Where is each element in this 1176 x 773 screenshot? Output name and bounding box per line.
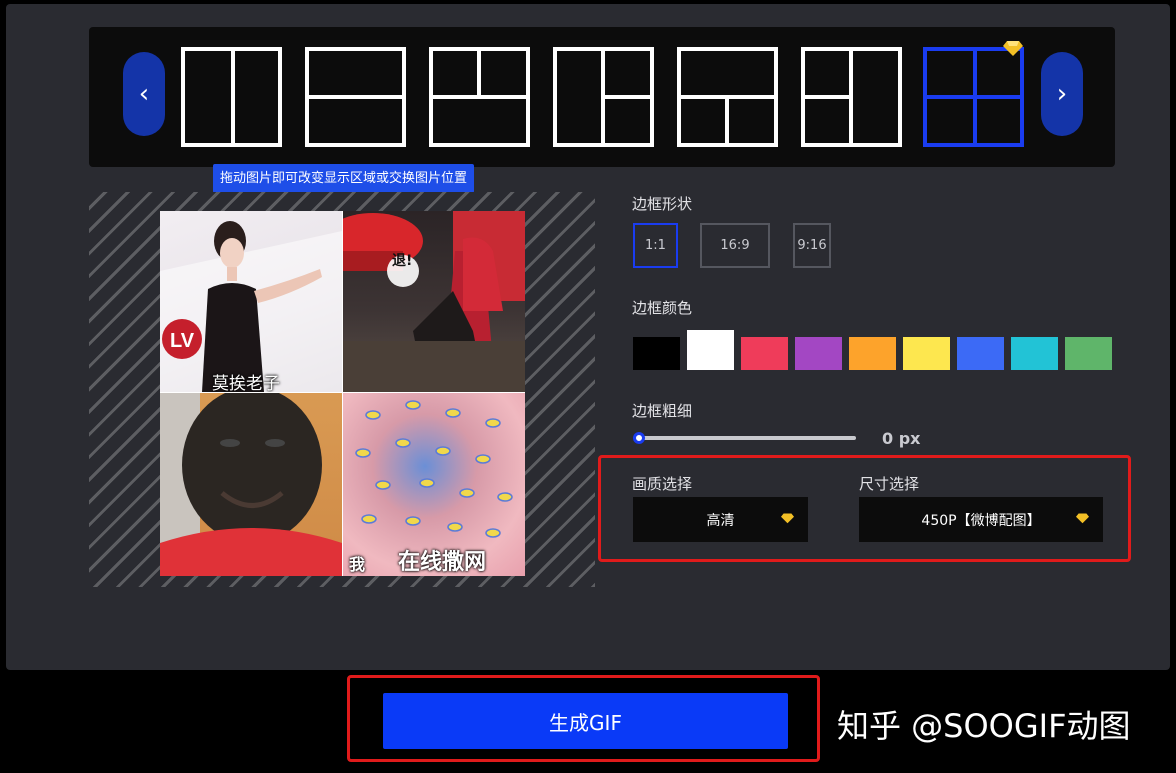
caption-text: 退! — [392, 253, 413, 269]
border-width-label: 边框粗细 — [632, 402, 693, 420]
image-cell-2[interactable]: 退! — [343, 211, 525, 392]
image-cell-1[interactable]: LV 莫挨老子 — [160, 211, 342, 392]
chevron-left-icon: ‹ — [138, 79, 150, 109]
watermark-text: 知乎 @SOOGIF动图 — [837, 707, 1131, 745]
next-layout-button[interactable]: › — [1041, 52, 1083, 136]
border-color-label: 边框颜色 — [632, 299, 693, 317]
quality-label: 画质选择 — [632, 475, 693, 493]
size-value: 450P【微博配图】 — [921, 512, 1041, 529]
border-width-value: 0 px — [882, 429, 921, 448]
color-swatch-yellow[interactable] — [903, 337, 950, 370]
color-swatch-green[interactable] — [1065, 337, 1112, 370]
shape-option-16-9[interactable]: 16:9 — [700, 223, 770, 268]
caption-text: 莫挨老子 — [212, 374, 280, 392]
generate-gif-button[interactable]: 生成GIF — [383, 693, 788, 749]
layout-option-bottom-split[interactable] — [677, 47, 778, 147]
image-cell-4[interactable]: 我 在线撒网 — [343, 393, 525, 576]
color-swatch-blue[interactable] — [957, 337, 1004, 370]
size-select[interactable]: 450P【微博配图】 — [859, 497, 1103, 542]
chevron-right-icon: › — [1056, 79, 1068, 109]
layout-option-two-columns[interactable] — [181, 47, 282, 147]
vip-diamond-icon — [781, 513, 794, 524]
shape-option-9-16[interactable]: 9:16 — [793, 223, 831, 268]
color-swatch-purple[interactable] — [795, 337, 842, 370]
image-cell-3[interactable] — [160, 393, 342, 576]
border-width-slider-handle[interactable] — [633, 432, 645, 444]
border-width-slider-track[interactable] — [638, 436, 856, 440]
color-swatch-cyan[interactable] — [1011, 337, 1058, 370]
layout-option-left-split[interactable] — [801, 47, 902, 147]
prev-layout-button[interactable]: ‹ — [123, 52, 165, 136]
quality-select[interactable]: 高清 — [633, 497, 808, 542]
color-swatch-black[interactable] — [633, 337, 680, 370]
layout-option-right-split[interactable] — [553, 47, 654, 147]
street-scene-image — [343, 211, 525, 392]
size-label: 尺寸选择 — [859, 475, 920, 493]
quality-value: 高清 — [706, 512, 735, 529]
svg-text:LV: LV — [170, 330, 195, 352]
color-swatch-red[interactable] — [741, 337, 788, 370]
color-swatch-white[interactable] — [687, 330, 734, 370]
vip-diamond-icon — [1003, 41, 1023, 56]
caption-text: 我 — [349, 555, 366, 574]
layout-option-four-grid[interactable] — [923, 47, 1024, 147]
layout-option-top-split[interactable] — [429, 47, 530, 147]
caption-text: 在线撒网 — [398, 550, 487, 575]
drag-hint-tooltip: 拖动图片即可改变显示区域或交换图片位置 — [213, 164, 475, 193]
border-shape-label: 边框形状 — [632, 195, 693, 213]
color-swatch-orange[interactable] — [849, 337, 896, 370]
layout-option-two-rows[interactable] — [305, 47, 406, 147]
collage-preview: LV 莫挨老子 退! 我 在线撒网 — [160, 211, 525, 576]
woman-dancing-image: LV — [160, 221, 342, 392]
shape-option-1-1[interactable]: 1:1 — [633, 223, 678, 268]
smiling-man-image — [160, 393, 342, 576]
vip-diamond-icon — [1076, 513, 1089, 524]
